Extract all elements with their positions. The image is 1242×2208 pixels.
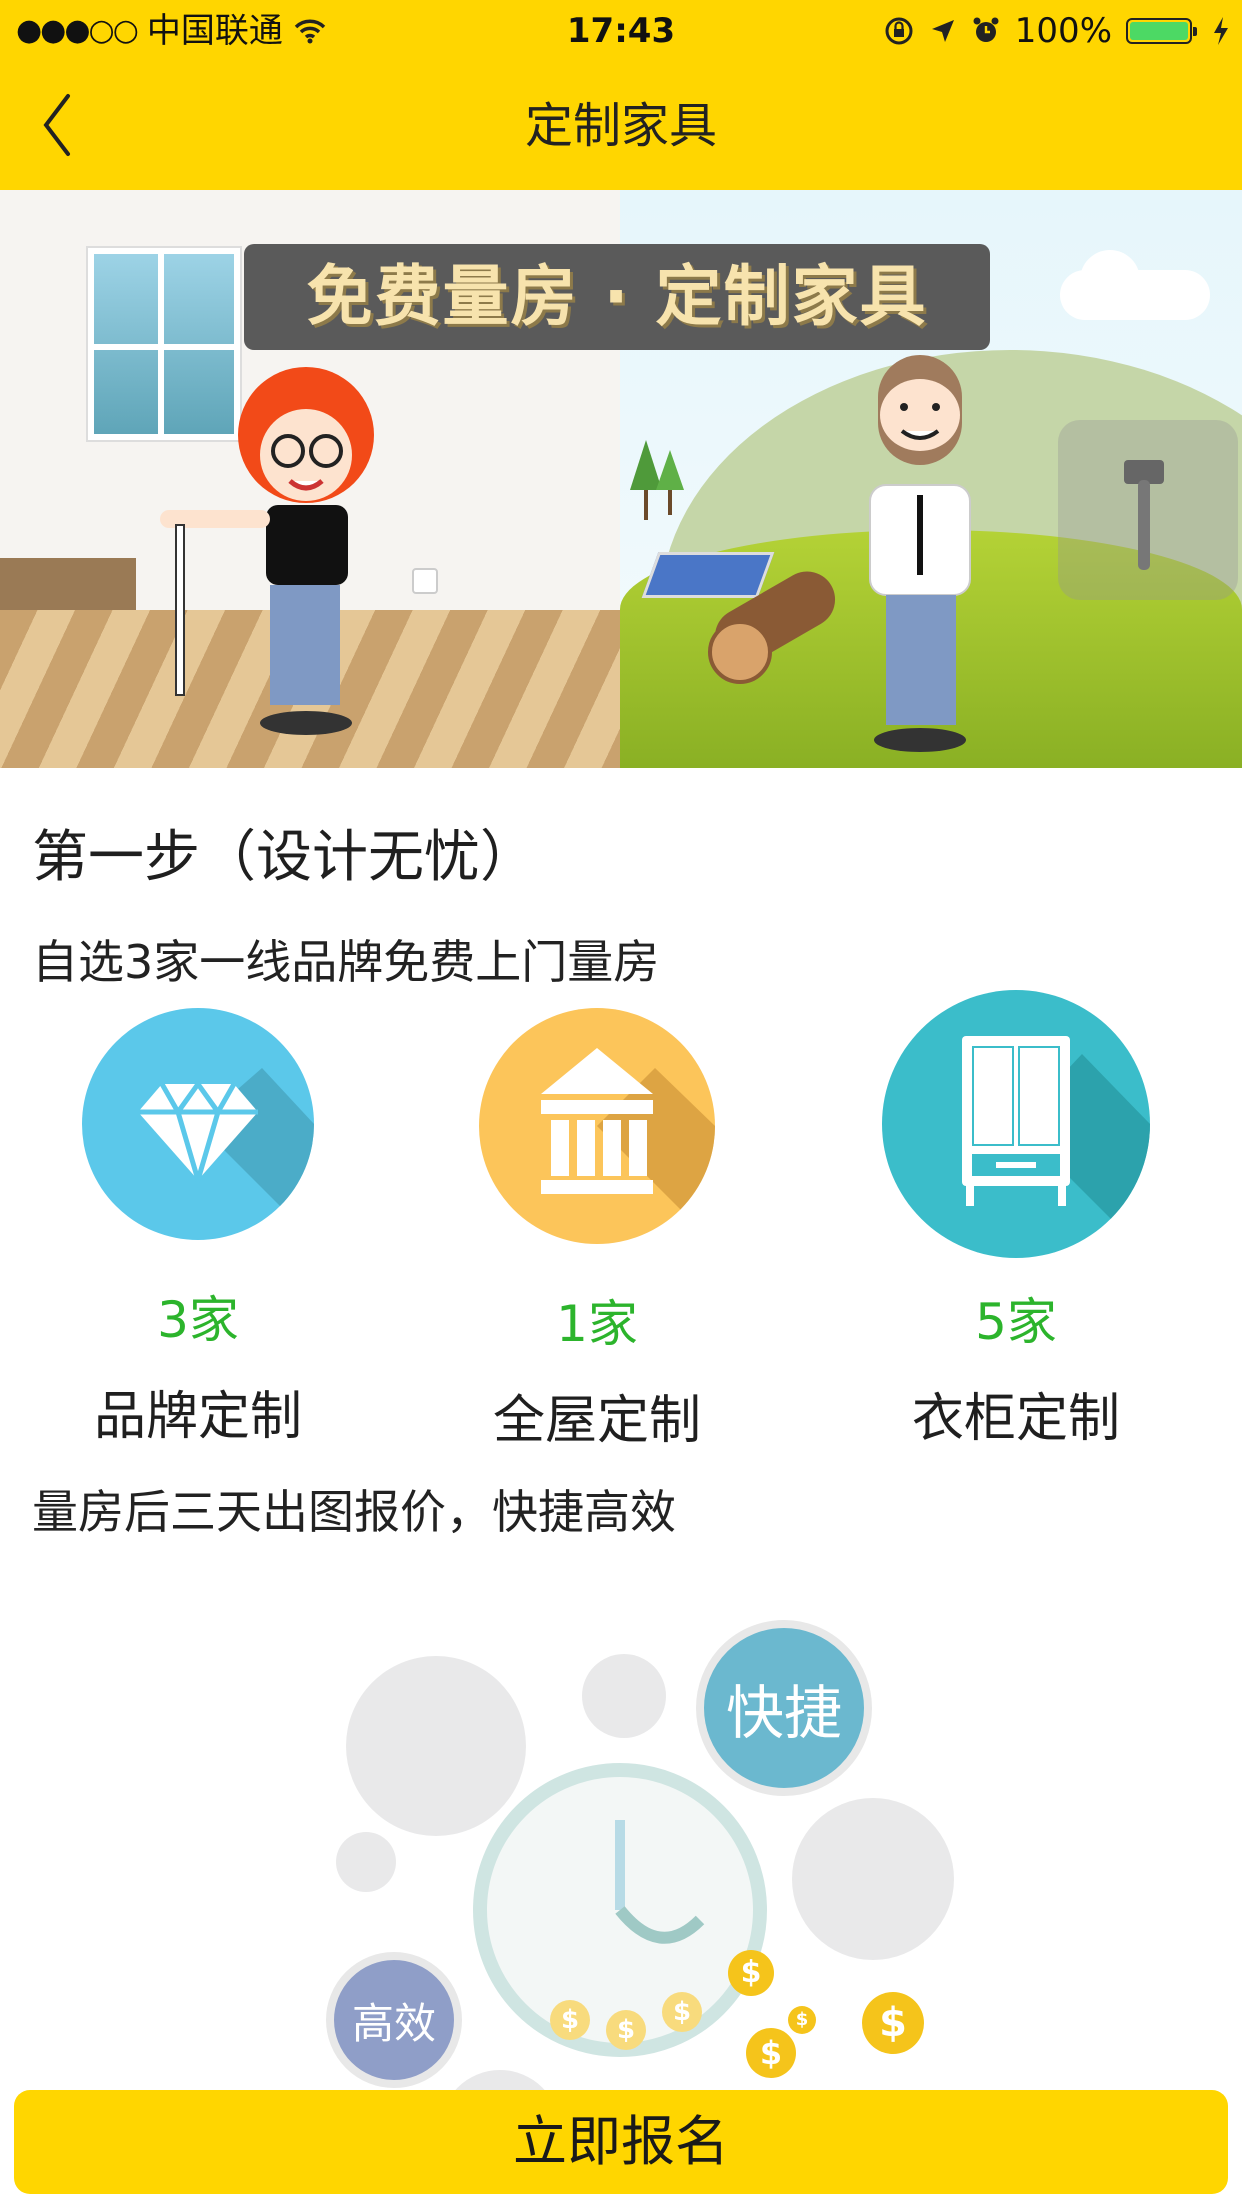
location-arrow-icon (931, 20, 954, 42)
fast-badge: 快捷 (696, 1620, 872, 1796)
rotation-lock-icon (885, 17, 913, 45)
signup-button[interactable]: 立即报名 (14, 2090, 1228, 2194)
feature-label: 品牌定制 (93, 1387, 302, 1447)
hammer-icon (1124, 460, 1164, 570)
step-title: 第一步（设计无忧） (32, 825, 536, 890)
coin-icon: $ (728, 1950, 774, 1996)
quote-note: 量房后三天出图报价，快捷高效 (32, 1485, 676, 1539)
cloud-illustration (1080, 250, 1140, 310)
status-right: 100% (883, 0, 1230, 62)
wardrobe-icon (882, 990, 1150, 1258)
feature-label: 衣柜定制 (911, 1389, 1120, 1449)
signal-strength-icon: ●●●○○ (16, 13, 139, 48)
decor-bubble (582, 1654, 666, 1738)
status-left: ●●●○○ 中国联通 (16, 0, 327, 62)
decor-bubble (792, 1798, 954, 1960)
hammer-tool-overlay[interactable] (1058, 420, 1238, 600)
coin-icon: $ (746, 2028, 796, 2078)
coin-icon: $ (788, 2006, 816, 2034)
coin-icon: $ (862, 1992, 924, 2054)
log-end-illustration (708, 620, 772, 684)
efficient-label: 高效 (351, 1998, 436, 2048)
coin-icon: $ (606, 2010, 646, 2050)
navigation-bar: 定制家具 (0, 62, 1242, 190)
wall-outlet-icon (412, 568, 438, 594)
coin-icon: $ (662, 1992, 702, 2032)
charging-bolt-icon (1214, 17, 1228, 45)
bank-building-icon (479, 1008, 715, 1244)
promo-banner[interactable]: 免费量房 · 定制家具 (0, 190, 1242, 768)
feature-wardrobe-custom[interactable]: 5家 衣柜定制 (866, 990, 1166, 1451)
coin-icon: $ (550, 2000, 590, 2040)
feature-whole-house-custom[interactable]: 1家 全屋定制 (447, 1008, 747, 1453)
banner-headline: 免费量房 · 定制家具 (244, 244, 990, 350)
feature-label: 全屋定制 (492, 1391, 701, 1451)
feature-count: 3家 (157, 1291, 239, 1349)
bearded-man-illustration (869, 355, 971, 752)
carrier-name: 中国联通 (146, 11, 283, 51)
alarm-clock-icon (973, 17, 999, 42)
battery-percent: 100% (1014, 11, 1112, 51)
woman-measuring-illustration (160, 367, 374, 735)
step-subtitle: 自选3家一线品牌免费上门量房 (32, 935, 660, 989)
efficient-badge: 高效 (326, 1952, 462, 2088)
status-bar: 17:43 ●●●○○ 中国联通 100% (0, 0, 1242, 62)
feature-brand-custom[interactable]: 3家 品牌定制 (48, 1008, 348, 1449)
decor-bubble (336, 1832, 396, 1892)
diamond-icon (82, 1008, 314, 1240)
fast-label: 快捷 (725, 1679, 842, 1747)
fast-efficient-illustration: 快捷 高效 $ $ $ $ $ $ $ (300, 1590, 980, 2190)
page-title: 定制家具 (524, 98, 717, 154)
battery-icon (1126, 18, 1197, 44)
solar-panel-illustration (641, 552, 775, 598)
tree-icon (630, 440, 684, 520)
wifi-icon (294, 19, 326, 44)
feature-count: 1家 (556, 1295, 638, 1353)
feature-count: 5家 (975, 1293, 1057, 1351)
